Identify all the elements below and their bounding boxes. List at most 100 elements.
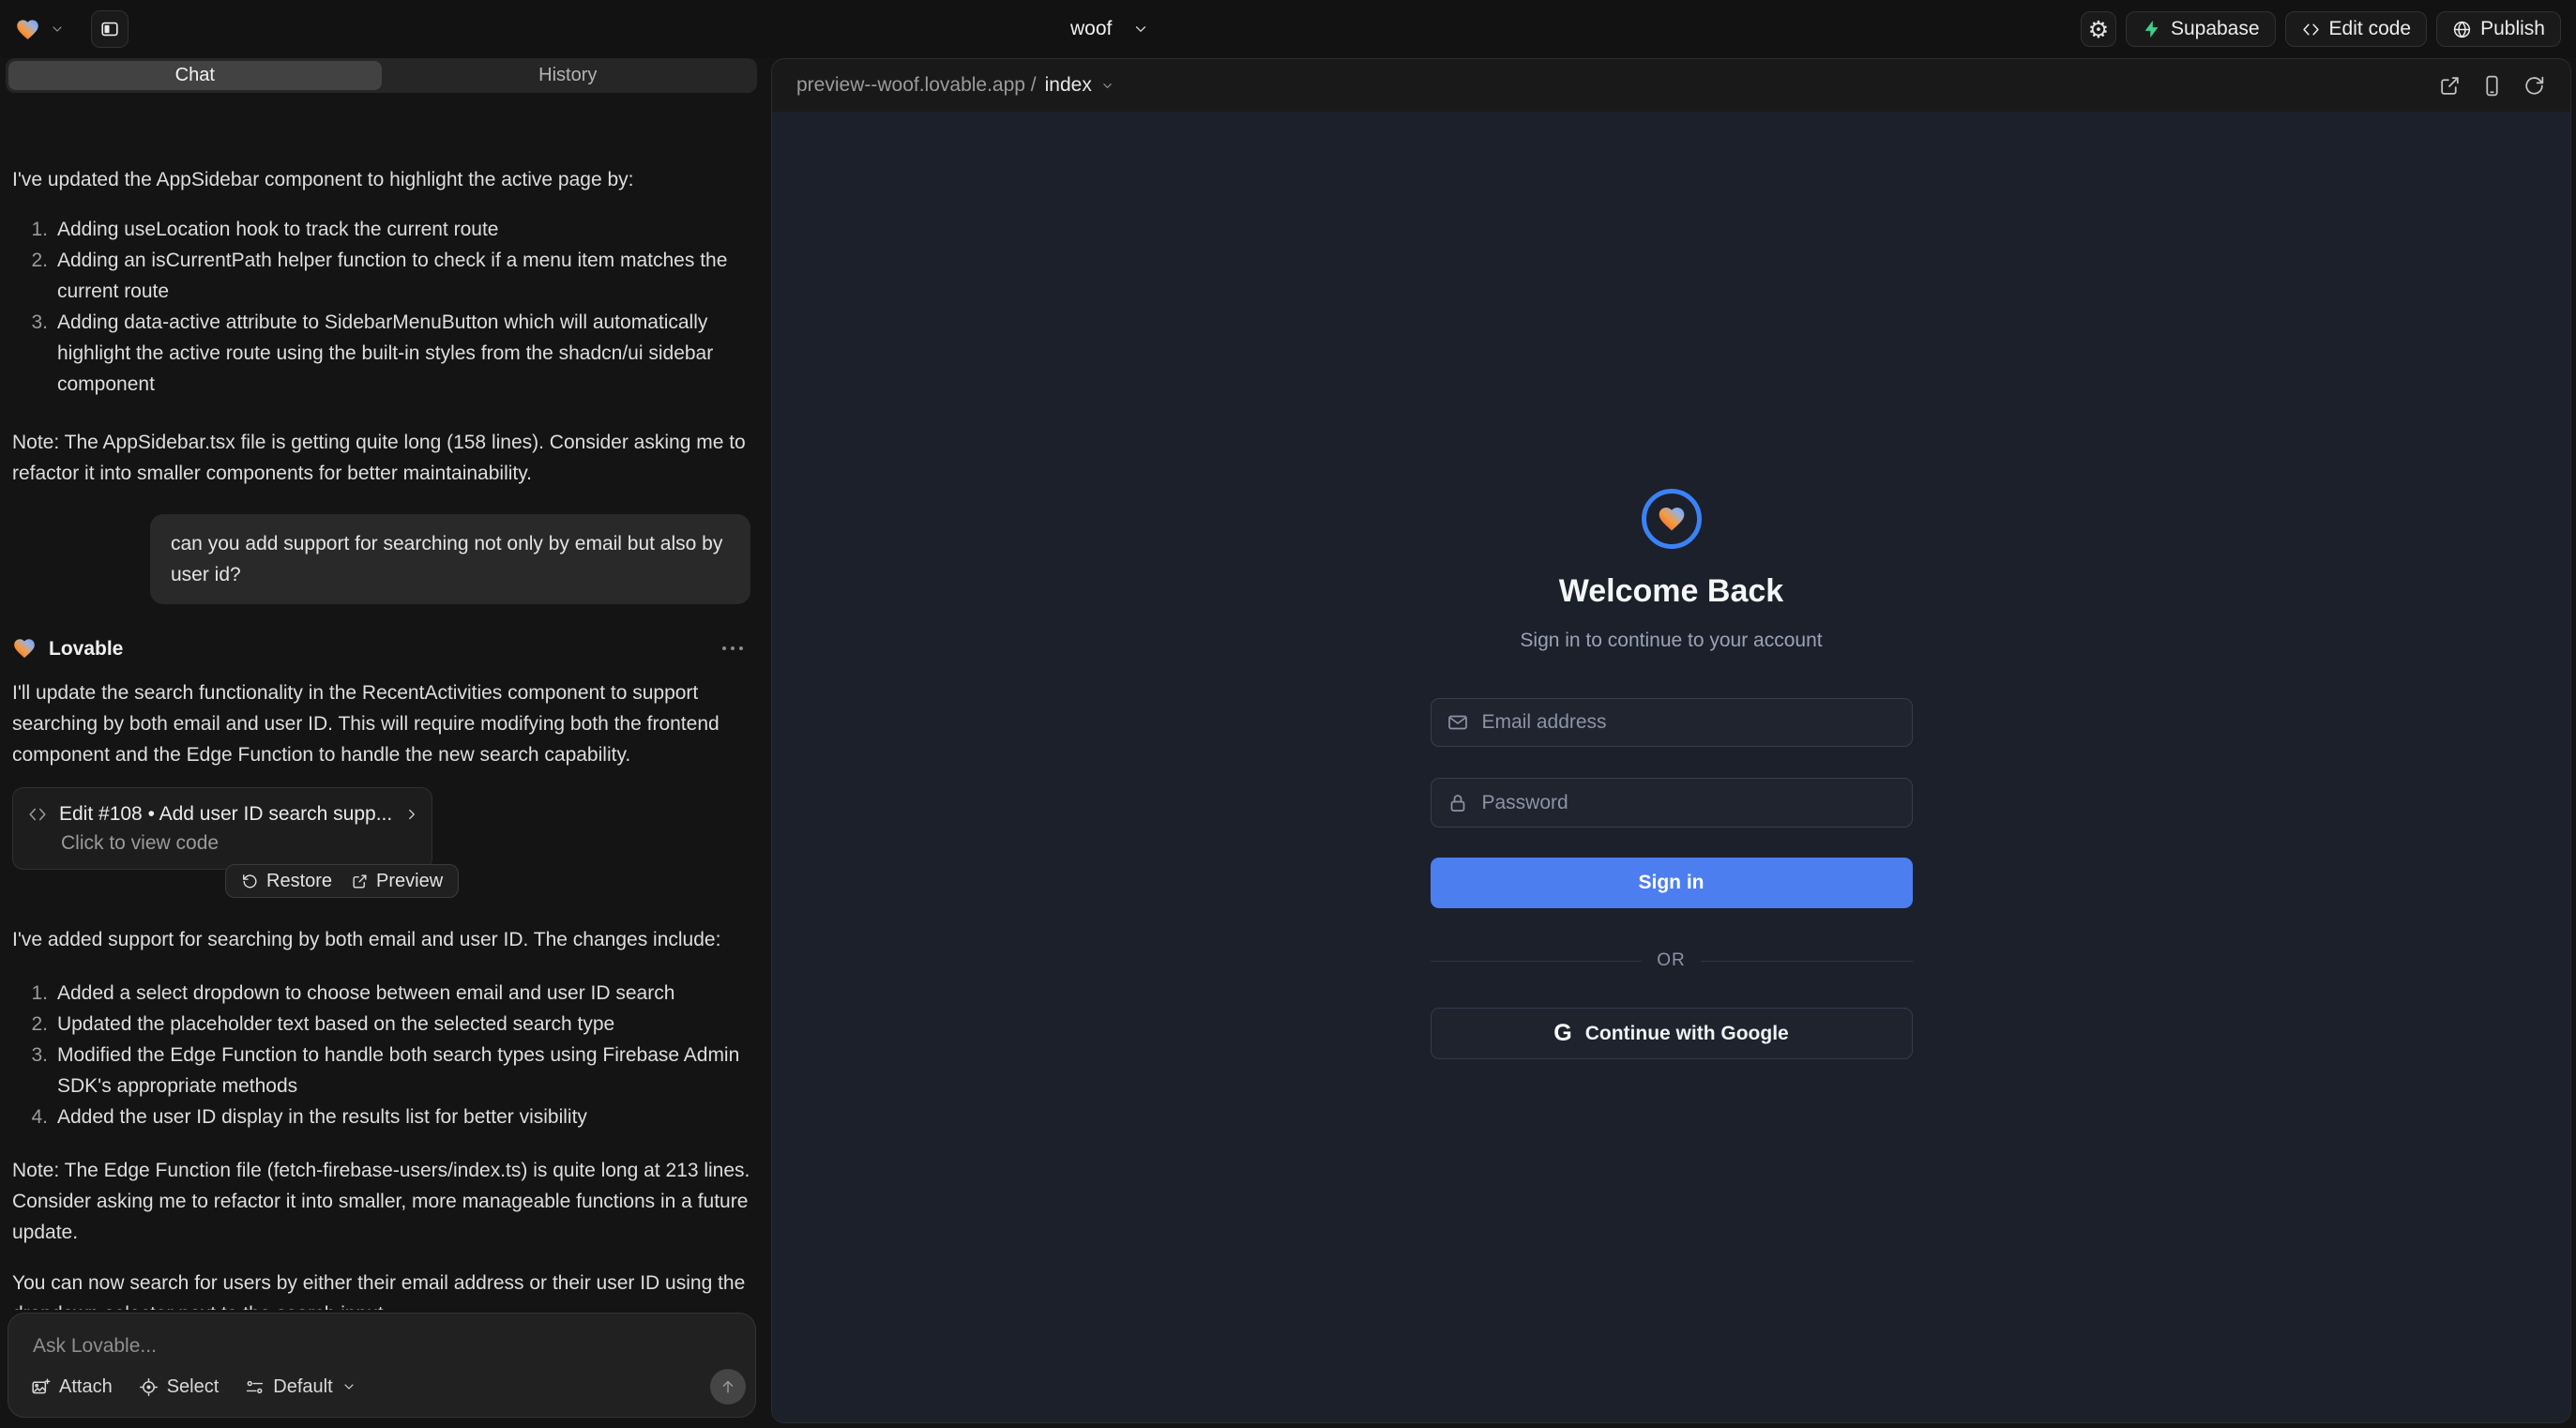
app-logo xyxy=(1642,489,1702,549)
mail-icon xyxy=(1447,711,1469,734)
refresh-icon xyxy=(2523,74,2546,98)
assistant-paragraph: I've added support for searching by both… xyxy=(12,924,750,955)
edit-card-subtitle: Click to view code xyxy=(27,828,417,858)
list-item: Adding an isCurrentPath helper function … xyxy=(57,245,750,307)
mobile-view-button[interactable] xyxy=(2480,74,2504,98)
target-icon xyxy=(139,1377,159,1397)
assistant-name: Lovable xyxy=(49,633,123,664)
assistant-list: Adding useLocation hook to track the cur… xyxy=(12,214,750,400)
preview-toolbar: preview--woof.lovable.app / index xyxy=(772,59,2570,112)
chevron-down-icon[interactable] xyxy=(50,22,65,37)
list-item: Adding data-active attribute to SidebarM… xyxy=(57,307,750,400)
preview-panel: preview--woof.lovable.app / index xyxy=(771,58,2571,1423)
login-card: Welcome Back Sign in to continue to your… xyxy=(1431,489,1913,1080)
image-plus-icon xyxy=(31,1377,51,1397)
edit-code-label: Edit code xyxy=(2329,18,2412,40)
password-field-wrapper xyxy=(1431,778,1913,828)
assistant-note: Note: The AppSidebar.tsx file is getting… xyxy=(12,427,750,489)
lovable-avatar xyxy=(12,636,37,661)
smartphone-icon xyxy=(2480,74,2504,98)
top-bar-actions: ⚙ Supabase Edit code Publish xyxy=(2081,0,2561,58)
lovable-logo[interactable] xyxy=(15,17,40,42)
assistant-message-header: Lovable xyxy=(12,634,750,662)
email-field-wrapper xyxy=(1431,698,1913,747)
page-subtitle: Sign in to continue to your account xyxy=(1431,630,1913,652)
google-g-icon: G xyxy=(1553,1022,1571,1045)
page-title: Welcome Back xyxy=(1431,573,1913,610)
publish-button[interactable]: Publish xyxy=(2436,11,2561,47)
chat-input[interactable] xyxy=(33,1330,680,1362)
lock-icon xyxy=(1447,792,1469,814)
composer: Attach Select Default xyxy=(8,1313,756,1418)
message-menu-icon[interactable] xyxy=(722,646,743,650)
list-item: Adding useLocation hook to track the cur… xyxy=(57,214,750,245)
publish-label: Publish xyxy=(2480,18,2545,40)
google-sign-in-button[interactable]: G Continue with Google xyxy=(1431,1008,1913,1059)
preview-button[interactable]: Preview xyxy=(351,871,443,892)
list-item: Added a select dropdown to choose betwee… xyxy=(57,978,750,1009)
list-item: Updated the placeholder text based on th… xyxy=(57,1009,750,1040)
restore-button[interactable]: Restore xyxy=(241,871,332,892)
preview-url[interactable]: preview--woof.lovable.app / index xyxy=(796,59,1114,112)
globe-icon xyxy=(2452,20,2472,39)
chevron-right-icon xyxy=(403,806,420,823)
composer-toolbar: Attach Select Default xyxy=(31,1369,356,1405)
list-item: Added the user ID display in the results… xyxy=(57,1101,750,1132)
email-field[interactable] xyxy=(1482,711,1897,734)
edit-card[interactable]: Edit #108 • Add user ID search supp... C… xyxy=(12,787,432,870)
assistant-list: Added a select dropdown to choose betwee… xyxy=(12,978,750,1132)
restore-icon xyxy=(241,873,259,890)
top-bar-left xyxy=(15,0,129,58)
chevron-down-icon xyxy=(1100,79,1114,93)
preview-url-page: index xyxy=(1045,74,1092,97)
password-field[interactable] xyxy=(1482,792,1897,814)
refresh-button[interactable] xyxy=(2523,74,2546,98)
assistant-paragraph: You can now search for users by either t… xyxy=(12,1268,750,1310)
preview-viewport: Welcome Back Sign in to continue to your… xyxy=(772,112,2570,1422)
external-link-icon xyxy=(351,873,369,890)
panel-left-icon xyxy=(99,19,120,39)
assistant-note: Note: The Edge Function file (fetch-fire… xyxy=(12,1155,750,1248)
assistant-paragraph: I'll update the search functionality in … xyxy=(12,677,750,770)
list-item: Modified the Edge Function to handle bot… xyxy=(57,1040,750,1101)
supabase-button[interactable]: Supabase xyxy=(2126,11,2276,47)
settings-button[interactable]: ⚙ xyxy=(2081,11,2116,47)
code-icon xyxy=(2301,20,2321,39)
top-bar: woof ⚙ Supabase Edit code Publish xyxy=(0,0,2576,58)
tab-history[interactable]: History xyxy=(382,61,755,90)
assistant-paragraph: I've updated the AppSidebar component to… xyxy=(12,164,750,195)
code-icon xyxy=(27,804,48,825)
chevron-down-icon xyxy=(1132,21,1149,38)
edit-card-wrapper: Edit #108 • Add user ID search supp... C… xyxy=(12,787,432,870)
attach-button[interactable]: Attach xyxy=(31,1377,113,1397)
send-button[interactable] xyxy=(710,1369,746,1405)
google-button-label: Continue with Google xyxy=(1585,1023,1789,1045)
arrow-up-icon xyxy=(719,1377,737,1396)
edit-card-actions: Restore Preview xyxy=(225,864,459,898)
divider-label: OR xyxy=(1657,950,1686,971)
toggle-sidebar-button[interactable] xyxy=(91,10,129,48)
chat-history-tabs: Chat History xyxy=(6,58,757,93)
project-name: woof xyxy=(1070,18,1112,40)
user-message-bubble: can you add support for searching not on… xyxy=(150,514,750,604)
divider: OR xyxy=(1431,950,1913,971)
preview-actions xyxy=(2438,59,2546,112)
mode-selector[interactable]: Default xyxy=(245,1377,356,1397)
supabase-label: Supabase xyxy=(2171,18,2260,40)
external-link-icon xyxy=(2438,74,2462,98)
chevron-down-icon xyxy=(341,1379,356,1394)
sign-in-button[interactable]: Sign in xyxy=(1431,858,1913,908)
user-message-text: can you add support for searching not on… xyxy=(171,533,722,585)
chat-messages: I've updated the AppSidebar component to… xyxy=(12,152,750,1310)
open-in-new-tab-button[interactable] xyxy=(2438,74,2462,98)
tab-chat[interactable]: Chat xyxy=(8,61,382,90)
gear-icon: ⚙ xyxy=(2088,18,2109,41)
sliders-icon xyxy=(245,1377,265,1397)
edit-code-button[interactable]: Edit code xyxy=(2285,11,2428,47)
select-element-button[interactable]: Select xyxy=(139,1377,220,1397)
chat-panel: Chat History I've updated the AppSidebar… xyxy=(0,58,763,1428)
supabase-bolt-icon xyxy=(2142,19,2162,39)
project-switcher[interactable]: woof xyxy=(1070,0,1149,58)
edit-card-title: Edit #108 • Add user ID search supp... xyxy=(59,798,392,829)
preview-url-host: preview--woof.lovable.app / xyxy=(796,74,1037,97)
